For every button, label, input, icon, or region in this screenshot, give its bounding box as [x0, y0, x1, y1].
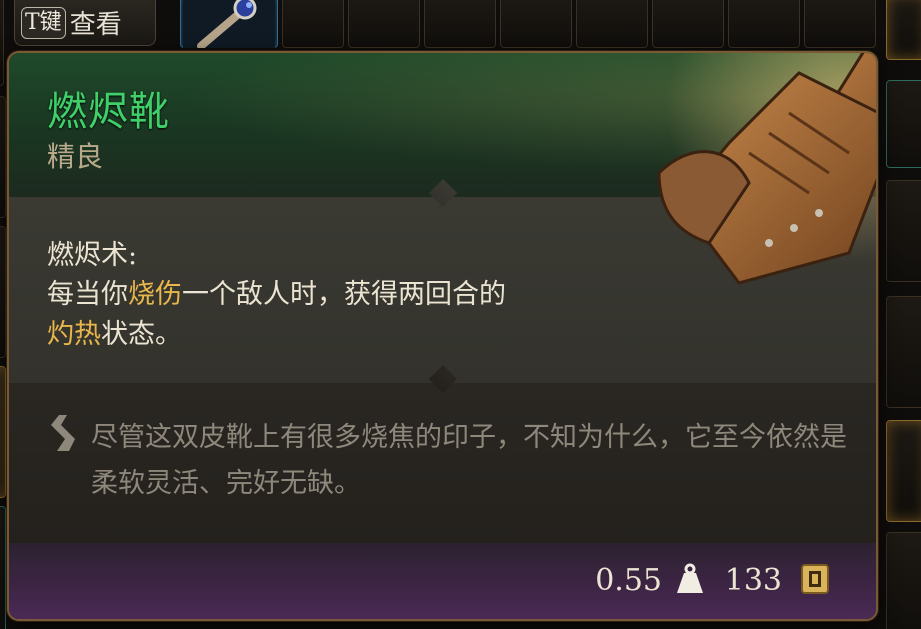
- weight-value: 0.55: [595, 563, 662, 598]
- burn-keyword[interactable]: 烧伤: [128, 279, 182, 310]
- coin-icon: [801, 564, 829, 594]
- inventory-slot[interactable]: [0, 226, 6, 358]
- effect-text-part: 一个敌人时，获得两回合的: [182, 279, 506, 310]
- inventory-slot[interactable]: [886, 80, 921, 168]
- inventory-slot[interactable]: [886, 420, 921, 522]
- effect-description: 每当你烧伤一个敌人时，获得两回合的 灼热状态。: [47, 275, 667, 355]
- effect-text-part: 状态。: [101, 319, 182, 350]
- inventory-slot[interactable]: [652, 0, 724, 48]
- inspect-key-hint[interactable]: T键 查看: [14, 0, 156, 46]
- inventory-slot[interactable]: [0, 366, 6, 498]
- inventory-slot[interactable]: [886, 296, 921, 408]
- inventory-slot[interactable]: [0, 506, 6, 629]
- inventory-slot[interactable]: [282, 0, 344, 48]
- t-key-cap: T键: [21, 6, 66, 39]
- inventory-slot[interactable]: [424, 0, 496, 48]
- effect-title: 燃烬术:: [47, 240, 138, 271]
- staff-icon[interactable]: [183, 0, 275, 48]
- inventory-slot[interactable]: [500, 0, 572, 48]
- price-value: 133: [724, 563, 782, 598]
- inventory-slot[interactable]: [348, 0, 420, 48]
- scorching-keyword[interactable]: 灼热: [47, 319, 101, 350]
- flavor-text: 尽管这双皮靴上有很多烧焦的印子，不知为什么，它至今依然是柔软灵活、完好无缺。: [91, 422, 847, 499]
- item-rarity: 精良: [47, 140, 104, 173]
- boots-art: [619, 53, 876, 315]
- item-name: 燃烬靴: [47, 89, 170, 135]
- inventory-slot[interactable]: [886, 180, 921, 282]
- inventory-slot[interactable]: [576, 0, 648, 48]
- quote-icon: [51, 415, 75, 451]
- weight-icon: [677, 563, 703, 593]
- item-tooltip: 燃烬靴 精良 燃烬术: 每当你烧伤一个敌人时，获得两回合的 灼热状态。 尽管这双…: [7, 51, 878, 621]
- inspect-label: 查看: [69, 10, 122, 40]
- inventory-slot[interactable]: [0, 96, 6, 218]
- inventory-slot[interactable]: [886, 0, 921, 60]
- inventory-slot[interactable]: [0, 0, 4, 86]
- inventory-slot[interactable]: [804, 0, 876, 48]
- inventory-slot[interactable]: [886, 532, 921, 629]
- tooltip-footer: 0.55 133: [9, 543, 876, 619]
- effect-text-part: 每当你: [47, 279, 128, 310]
- inventory-slot[interactable]: [728, 0, 800, 48]
- flavor-section: 尽管这双皮靴上有很多烧焦的印子，不知为什么，它至今依然是柔软灵活、完好无缺。: [9, 383, 876, 543]
